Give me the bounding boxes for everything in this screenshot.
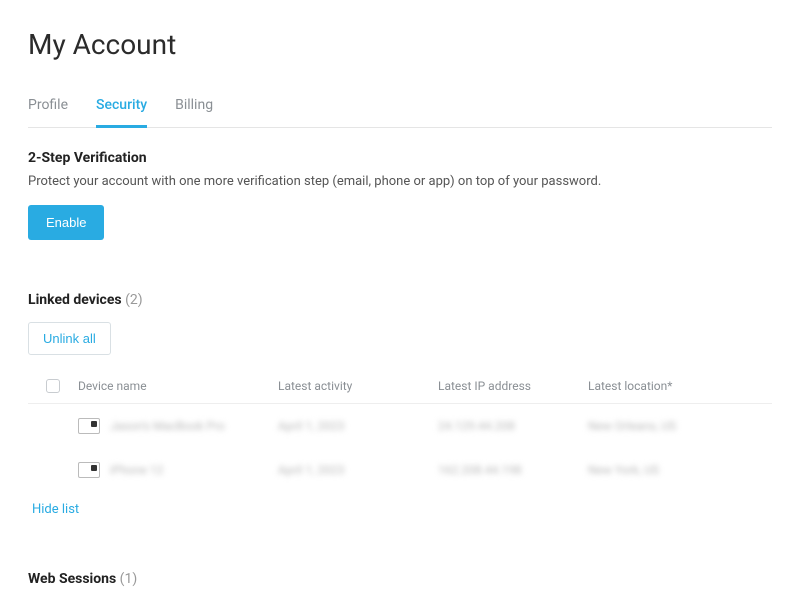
two-step-desc: Protect your account with one more verif… [28,174,772,189]
page-title: My Account [28,28,772,61]
select-all-checkbox[interactable] [46,379,60,393]
col-header-location: Latest location* [588,379,772,393]
table-row[interactable]: iPhone 12 April 1, 2023 162.208.44.198 N… [28,448,772,492]
device-name: Jason's MacBook Pro [110,419,225,433]
tabs: Profile Security Billing [28,97,772,128]
phone-icon [78,462,100,478]
device-location: New Orleans, US [588,419,772,433]
col-header-activity: Latest activity [278,379,438,393]
select-all-cell [46,379,78,393]
device-name: iPhone 12 [110,463,163,477]
unlink-all-button[interactable]: Unlink all [28,322,111,355]
linked-devices-section: Linked devices (2) Unlink all Device nam… [28,292,772,517]
device-ip: 162.208.44.198 [438,463,588,477]
device-activity: April 1, 2023 [278,463,438,477]
web-sessions-section: Web Sessions (1) [28,571,772,587]
device-ip: 24.129.44.208 [438,419,588,433]
col-header-name: Device name [78,379,278,393]
linked-count: (2) [125,292,143,308]
enable-button[interactable]: Enable [28,205,104,240]
linked-devices-header: Linked devices (2) [28,292,772,308]
web-sessions-title: Web Sessions [28,571,116,587]
device-location: New York, US [588,463,772,477]
linked-table-header: Device name Latest activity Latest IP ad… [28,369,772,404]
tab-billing[interactable]: Billing [175,97,213,128]
device-activity: April 1, 2023 [278,419,438,433]
col-header-ip: Latest IP address [438,379,588,393]
table-row[interactable]: Jason's MacBook Pro April 1, 2023 24.129… [28,404,772,448]
two-step-title: 2-Step Verification [28,150,772,166]
two-step-section: 2-Step Verification Protect your account… [28,128,772,240]
tab-profile[interactable]: Profile [28,97,68,128]
web-sessions-header: Web Sessions (1) [28,571,772,587]
laptop-icon [78,418,100,434]
linked-title: Linked devices [28,292,122,308]
hide-list-link[interactable]: Hide list [32,502,79,517]
tab-security[interactable]: Security [96,97,147,128]
web-sessions-count: (1) [120,571,138,587]
